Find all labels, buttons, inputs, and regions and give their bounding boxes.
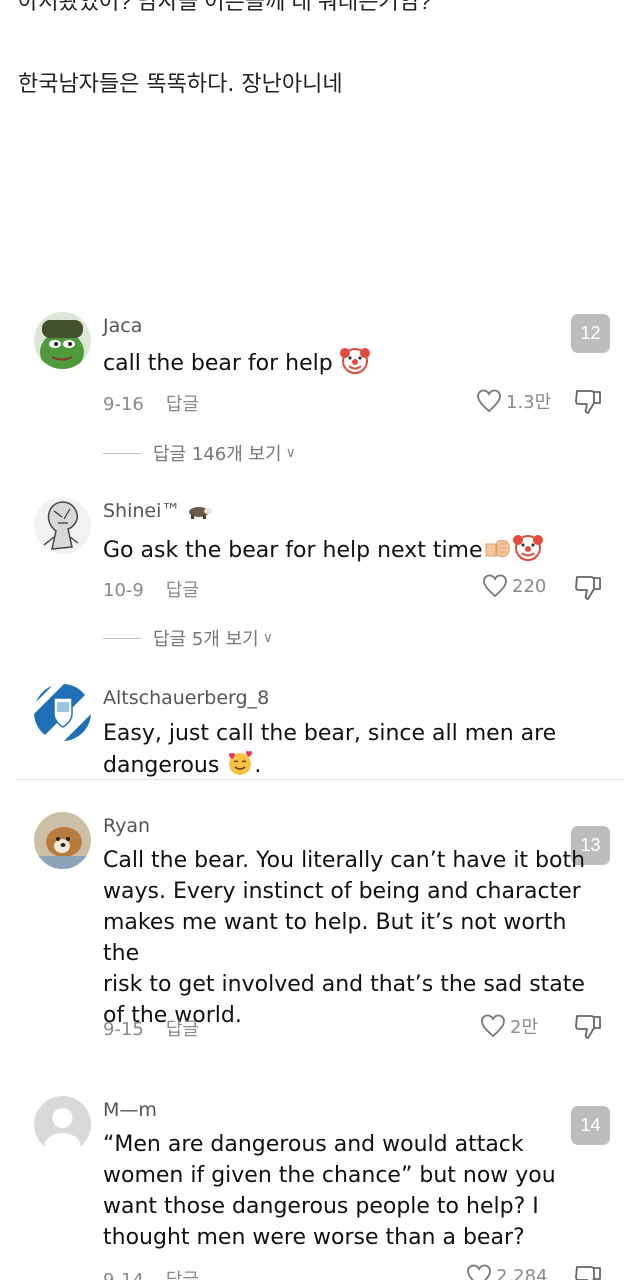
- avatar[interactable]: [34, 312, 91, 369]
- comment-text: Easy, just call the bear, since all men …: [103, 721, 557, 778]
- comment-username[interactable]: Ryan: [103, 815, 150, 837]
- heart-outline-icon: [483, 574, 507, 598]
- post-text-line: 한국남자들은 똑똑하다. 장난아니네: [18, 72, 343, 97]
- dislike-button[interactable]: [573, 1264, 603, 1280]
- comment-date: 9-15: [103, 1019, 144, 1040]
- comment-text: call the bear for help: [103, 345, 603, 379]
- comment-username[interactable]: Shinei™: [103, 500, 213, 522]
- bavaria-flag-avatar-image: [34, 684, 91, 741]
- comment-meta: 10-9 답글: [103, 576, 199, 602]
- reply-button[interactable]: 답글: [166, 394, 199, 415]
- thumbs-down-outline-icon: [575, 1266, 601, 1280]
- smiling-face-with-hearts-emoji: [229, 750, 253, 775]
- view-replies-button[interactable]: 답글 5개 보기 ∨: [103, 625, 273, 651]
- comment-date: 9-14: [103, 1270, 144, 1280]
- thumbs-down-outline-icon: [575, 390, 601, 414]
- like-count: 220: [512, 575, 547, 597]
- reply-button[interactable]: 답글: [166, 1270, 199, 1280]
- like-count: 2만: [510, 1017, 539, 1038]
- thumbs-down-outline-icon: [575, 1015, 601, 1039]
- replies-divider: [103, 637, 141, 639]
- comment-text: Go ask the bear for help next time: [103, 532, 603, 566]
- comment-username[interactable]: M—m: [103, 1099, 157, 1121]
- reply-button[interactable]: 답글: [166, 580, 199, 601]
- clown-face-emoji: [339, 348, 370, 374]
- comment-username[interactable]: Altschauerberg_8: [103, 687, 269, 709]
- avatar[interactable]: [34, 1096, 91, 1153]
- like-button[interactable]: 2만: [480, 1013, 538, 1039]
- like-button[interactable]: 2,284: [466, 1264, 548, 1280]
- dislike-button[interactable]: [573, 1013, 603, 1041]
- comment-date: 10-9: [103, 580, 144, 601]
- badger-emoji: [189, 507, 213, 519]
- comment-meta: 9-14 답글: [103, 1266, 199, 1280]
- comment-meta: 9-15 답글: [103, 1015, 199, 1041]
- comment-date: 9-16: [103, 394, 144, 415]
- chevron-down-icon: ∨: [262, 630, 273, 646]
- comment-text: Call the bear. You literally can’t have …: [103, 848, 586, 1028]
- reply-button[interactable]: 답글: [166, 1019, 199, 1040]
- clown-face-emoji: [512, 535, 543, 561]
- thumbs-down-outline-icon: [575, 576, 601, 600]
- like-button[interactable]: 220: [482, 574, 546, 598]
- chevron-down-icon: ∨: [285, 445, 296, 461]
- rank-badge: 12: [571, 314, 610, 353]
- heart-outline-icon: [467, 1264, 491, 1280]
- avatar[interactable]: [34, 497, 91, 554]
- post-text-cut-line: 아저봤었어? 남자들 어른들께 대 뭐래는거임?: [18, 0, 432, 14]
- sketch-avatar-image: [34, 497, 91, 554]
- replies-divider: [103, 452, 141, 454]
- frog-avatar-image: [34, 312, 91, 369]
- dog-avatar-image: [34, 812, 91, 869]
- comment-username[interactable]: Jaca: [103, 315, 142, 337]
- dislike-button[interactable]: [573, 388, 603, 416]
- like-count: 1.3만: [506, 392, 552, 413]
- comment-text: “Men are dangerous and would attack wome…: [103, 1132, 556, 1250]
- like-button[interactable]: 1.3만: [476, 388, 551, 414]
- default-user-avatar-icon: [34, 1096, 91, 1153]
- fist-bump-emoji: [485, 540, 510, 557]
- comment-meta: 9-16 답글: [103, 390, 199, 416]
- avatar[interactable]: [34, 684, 91, 741]
- dislike-button[interactable]: [573, 574, 603, 602]
- like-count: 2,284: [496, 1265, 548, 1280]
- heart-outline-icon: [477, 389, 501, 413]
- avatar[interactable]: [34, 812, 91, 869]
- view-replies-button[interactable]: 답글 146개 보기 ∨: [103, 440, 296, 466]
- heart-outline-icon: [481, 1014, 505, 1038]
- screenshot-seam: [15, 779, 625, 780]
